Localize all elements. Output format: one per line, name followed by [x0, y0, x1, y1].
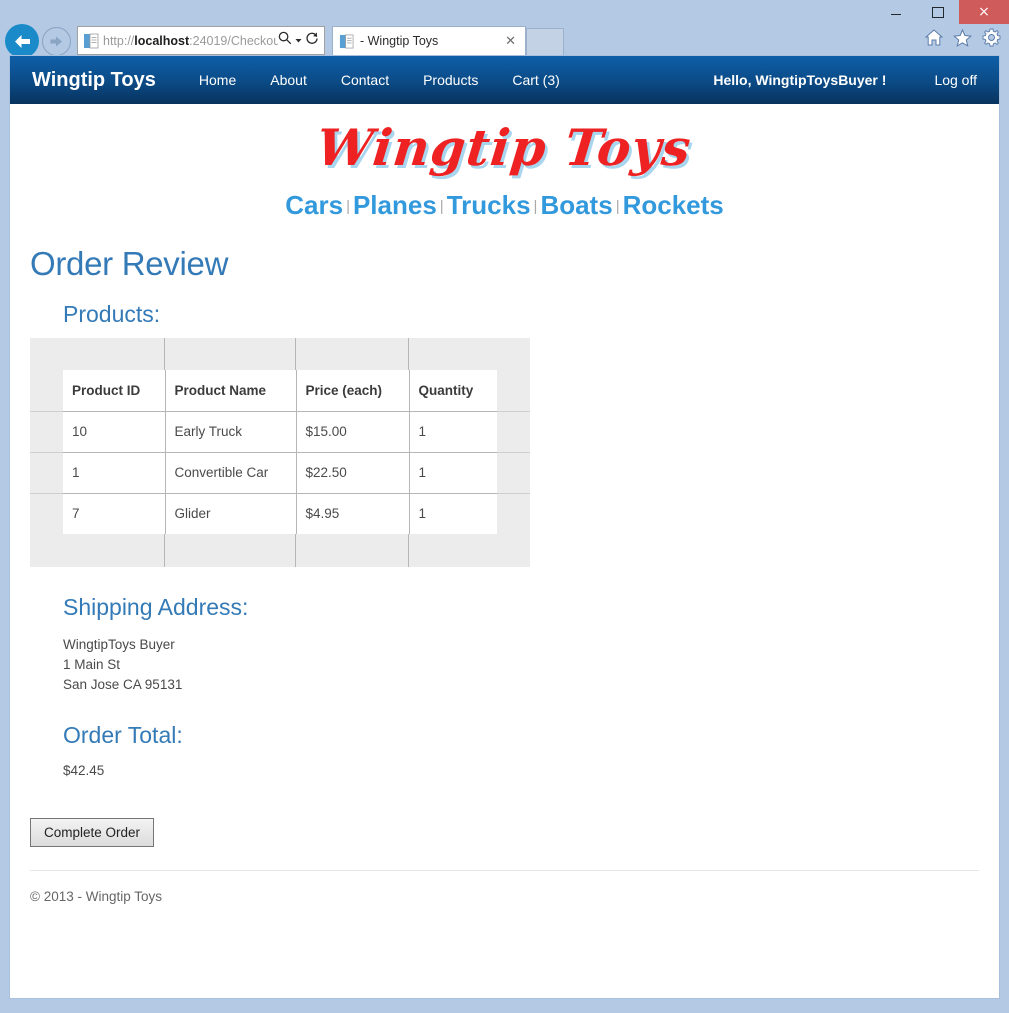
log-off-link[interactable]: Log off [934, 72, 977, 88]
shipping-city-state-zip: San Jose CA 95131 [63, 677, 183, 692]
page-content: Order Review Products: Product ID Produc… [10, 245, 999, 778]
products-heading: Products: [63, 301, 161, 327]
cell-product-id: 7 [72, 506, 80, 522]
site-brand[interactable]: Wingtip Toys [32, 69, 156, 92]
minimize-icon [891, 14, 901, 15]
category-separator: | [346, 198, 350, 215]
new-tab-button[interactable] [526, 28, 564, 55]
footer-copyright: © 2013 - Wingtip Toys [30, 889, 163, 904]
column-header-price: Price (each) [295, 370, 409, 412]
category-link-rockets[interactable]: Rockets [623, 190, 724, 220]
nav-item-cart[interactable]: Cart (3) [495, 72, 576, 88]
nav-item-products[interactable]: Products [406, 72, 495, 88]
browser-tab[interactable]: - Wingtip Toys ✕ [332, 26, 526, 55]
order-total-heading: Order Total: [63, 722, 183, 748]
nav-item-about[interactable]: About [253, 72, 324, 88]
cell-product-name: Convertible Car [164, 452, 296, 494]
column-header-quantity: Quantity [408, 370, 497, 412]
browser-navigation-buttons [5, 24, 71, 58]
table-header-row: Product ID Product Name Price (each) Qua… [63, 370, 497, 412]
search-icon[interactable] [278, 31, 292, 50]
cell-price: $15.00 [295, 411, 409, 453]
home-icon[interactable] [925, 29, 943, 46]
order-total-value: $42.45 [63, 763, 105, 778]
column-header-product-name: Product Name [164, 370, 296, 412]
maximize-icon [932, 6, 944, 18]
browser-tool-icons [925, 28, 1001, 47]
category-links: Cars | Planes | Trucks | Boats | Rockets [10, 182, 999, 227]
category-link-trucks[interactable]: Trucks [447, 190, 531, 220]
minimize-button[interactable] [875, 0, 917, 24]
category-link-cars[interactable]: Cars [285, 190, 343, 220]
cell-price: $22.50 [295, 452, 409, 494]
shipping-address-heading: Shipping Address: [63, 594, 249, 620]
site-navbar: Wingtip Toys Home About Contact Products… [10, 56, 999, 104]
tab-close-icon[interactable]: ✕ [502, 34, 519, 49]
close-icon: × [978, 4, 990, 20]
nav-item-home[interactable]: Home [182, 72, 253, 88]
cell-price: $4.95 [295, 493, 409, 534]
tools-gear-icon[interactable] [982, 28, 1001, 47]
page-favicon-icon [84, 33, 99, 48]
back-arrow-icon [14, 34, 30, 48]
window-controls: × [875, 0, 1009, 24]
cell-product-name: Glider [164, 493, 296, 534]
table-row: 10 Early Truck $15.00 1 [63, 411, 497, 453]
table-row: 7 Glider $4.95 1 [63, 493, 497, 534]
browser-tabstrip: - Wingtip Toys ✕ [332, 26, 564, 55]
category-separator: | [439, 198, 444, 215]
shipping-street: 1 Main St [63, 657, 121, 672]
nav-item-contact[interactable]: Contact [324, 72, 406, 88]
tab-favicon-icon [339, 34, 354, 48]
cell-quantity: 1 [408, 411, 497, 453]
account-greeting-link[interactable]: Hello, WingtipToysBuyer ! [713, 72, 886, 88]
page-viewport: Wingtip Toys Home About Contact Products… [9, 55, 1000, 999]
tab-title: - Wingtip Toys [360, 34, 439, 48]
site-logo-text: Wingtip Toys [314, 118, 695, 177]
close-button[interactable]: × [959, 0, 1009, 24]
forward-arrow-icon [50, 36, 62, 46]
address-bar-text: http://localhost:24019/Checkou [103, 33, 278, 48]
shipping-address-block: WingtipToys Buyer 1 Main St San Jose CA … [30, 635, 979, 695]
cell-product-name: Early Truck [164, 411, 296, 453]
address-bar-icons [278, 31, 321, 50]
cell-quantity: 1 [408, 452, 497, 494]
browser-window: × http://localhost:24019/Checkou - Wingt… [0, 0, 1009, 1013]
address-bar[interactable]: http://localhost:24019/Checkou [77, 26, 325, 55]
browser-titlebar: × http://localhost:24019/Checkou - Wingt… [0, 0, 1009, 58]
site-nav-account: Hello, WingtipToysBuyer ! Log off [713, 72, 977, 88]
complete-order-button[interactable]: Complete Order [30, 818, 155, 847]
back-button[interactable] [5, 24, 39, 58]
forward-button[interactable] [42, 26, 71, 56]
products-table: Product ID Product Name Price (each) Qua… [63, 370, 497, 534]
column-header-product-id: Product ID [63, 370, 165, 412]
shipping-name: WingtipToys Buyer [63, 637, 175, 652]
category-link-planes[interactable]: Planes [353, 190, 437, 220]
maximize-button[interactable] [917, 0, 959, 24]
cell-product-id: 10 [63, 411, 165, 453]
chevron-down-icon[interactable] [294, 32, 303, 50]
cell-product-id: 1 [63, 452, 165, 494]
category-separator: | [615, 198, 620, 215]
category-separator: | [533, 198, 538, 215]
page-title: Order Review [30, 245, 229, 282]
order-actions: Complete Order [10, 818, 999, 847]
table-row: 1 Convertible Car $22.50 1 [63, 452, 497, 494]
cell-quantity: 1 [408, 493, 497, 534]
site-nav-links: Home About Contact Products Cart (3) [182, 72, 577, 88]
products-table-container: Product ID Product Name Price (each) Qua… [30, 338, 530, 567]
refresh-icon[interactable] [305, 31, 319, 50]
favorites-star-icon[interactable] [953, 28, 972, 47]
site-logo: Wingtip Toys [10, 104, 999, 182]
category-link-boats[interactable]: Boats [540, 190, 612, 220]
